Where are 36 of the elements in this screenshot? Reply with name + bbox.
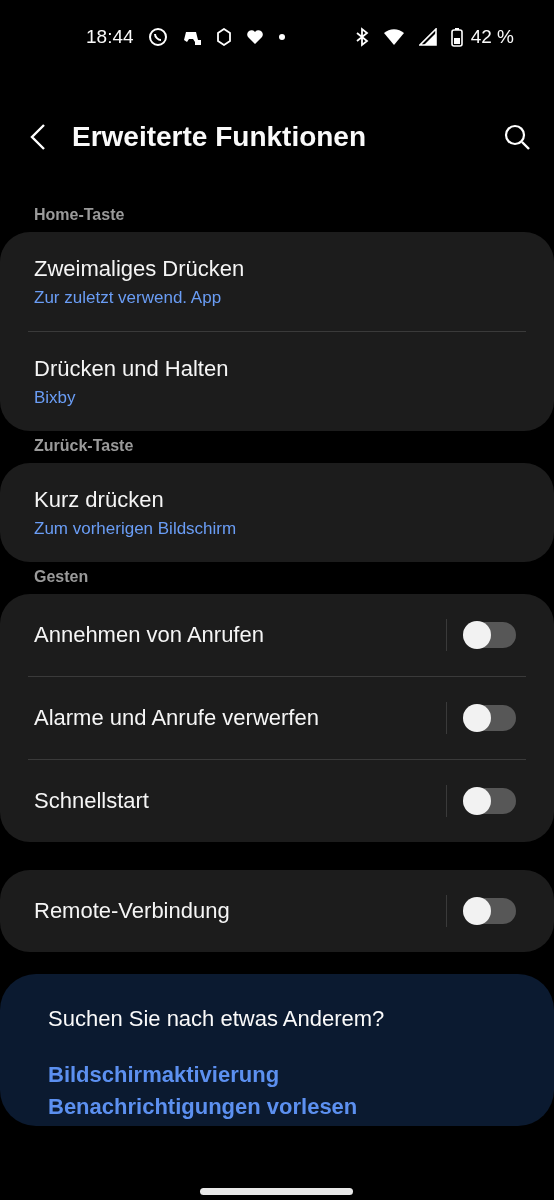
chat-icon <box>147 27 168 47</box>
toggle-switch[interactable] <box>464 788 516 814</box>
status-time: 18:44 <box>86 26 134 48</box>
settings-item[interactable]: Zweimaliges Drücken Zur zuletzt verwend. App <box>0 232 554 331</box>
hexagon-icon <box>215 28 232 46</box>
battery-level: 42 % <box>470 26 514 48</box>
page-title: Erweiterte Funktionen <box>72 121 368 153</box>
item-value: Bixby <box>34 387 77 408</box>
section-label: Home-Taste <box>33 205 126 225</box>
bluetooth-icon <box>354 27 369 47</box>
item-title: Remote-Verbindung <box>34 898 231 924</box>
toggle-switch[interactable] <box>464 705 516 731</box>
item-title: Annehmen von Anrufen <box>34 622 265 648</box>
wifi-icon <box>382 28 405 46</box>
dot-icon <box>277 33 286 41</box>
toggle-switch[interactable] <box>464 622 516 648</box>
search-button[interactable] <box>504 124 530 150</box>
item-title: Zweimaliges Drücken <box>34 255 246 282</box>
item-value: Zur zuletzt verwend. App <box>34 287 223 308</box>
battery-icon <box>450 27 463 47</box>
heart-icon <box>245 29 264 45</box>
settings-item[interactable]: Drücken und Halten Bixby <box>28 331 526 431</box>
toggle-switch[interactable] <box>464 898 516 924</box>
back-button[interactable] <box>30 123 46 151</box>
suggestion-link[interactable]: Bildschirmaktivierung <box>48 1062 506 1088</box>
suggestion-title: Suchen Sie nach etwas Anderem? <box>48 1006 386 1032</box>
item-title: Schnellstart <box>34 788 150 814</box>
item-title: Kurz drücken <box>34 486 165 513</box>
signal-icon <box>418 28 437 46</box>
suggestion-link[interactable]: Benachrichtigungen vorlesen <box>48 1094 506 1120</box>
item-title: Drücken und Halten <box>34 355 230 382</box>
item-title: Alarme und Anrufe verwerfen <box>34 705 320 731</box>
section-label: Gesten <box>33 567 90 587</box>
item-value: Zum vorherigen Bildschirm <box>34 518 238 539</box>
settings-item[interactable]: Kurz drücken Zum vorherigen Bildschirm <box>0 463 554 562</box>
section-label: Zurück-Taste <box>33 436 135 456</box>
